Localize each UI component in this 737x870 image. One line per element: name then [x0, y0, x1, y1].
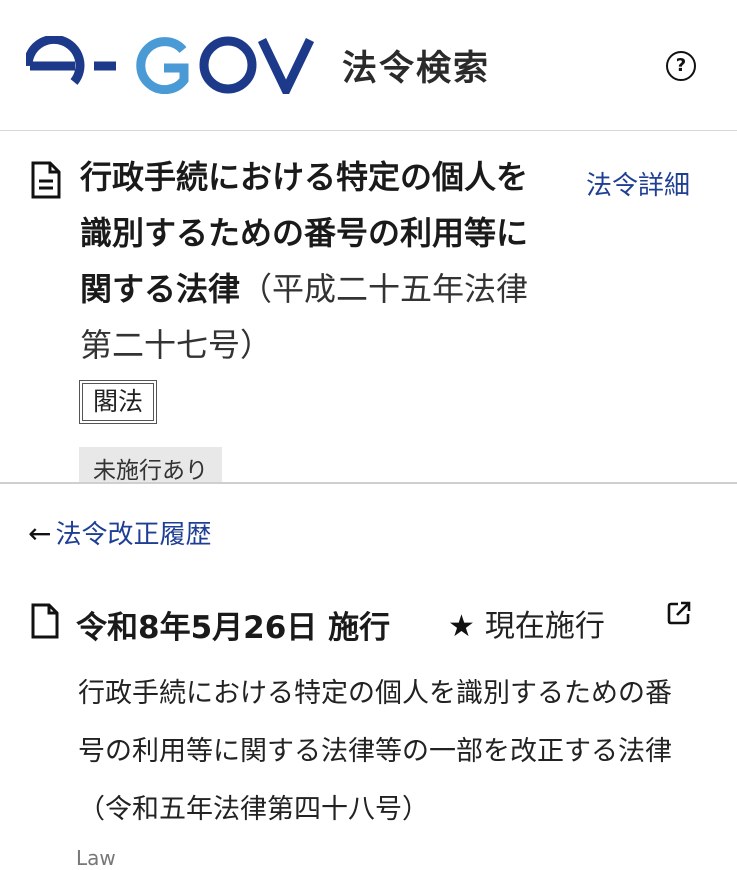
law-title: 行政手続における特定の個人を識別するための番号の利用等に関する法律（平成二十五年…	[80, 149, 550, 373]
revision-description: 行政手続における特定の個人を識別するための番号の利用等に関する法律等の一部を改正…	[78, 678, 672, 825]
help-icon[interactable]: ?	[666, 51, 696, 81]
law-header-section: 行政手続における特定の個人を識別するための番号の利用等に関する法律（平成二十五年…	[0, 131, 737, 484]
cabinet-bill-tag: 閣法	[79, 380, 158, 424]
revision-history-label[interactable]: 法令改正履歴	[55, 520, 211, 550]
current-enforcement-label: 現在施行	[484, 609, 605, 644]
star-icon: ★	[448, 609, 475, 644]
cabinet-bill-tag-label: 閣法	[82, 383, 155, 421]
revision-document-icon	[31, 603, 59, 639]
app-header: 法令検索 ?	[0, 0, 737, 131]
law-detail-link[interactable]: 法令詳細	[586, 165, 690, 202]
unenforced-badge: 未施行あり	[79, 447, 222, 482]
egov-logo[interactable]	[26, 36, 316, 94]
arrow-left-icon: ←	[28, 517, 52, 550]
document-icon	[31, 161, 61, 199]
site-title[interactable]: 法令検索	[342, 40, 490, 91]
current-enforcement-status: ★ 現在施行	[448, 601, 605, 645]
revision-enforcement-date[interactable]: 令和8年5月26日 施行	[76, 602, 390, 647]
external-link-icon[interactable]	[666, 600, 692, 626]
law-type-label: Law	[76, 846, 116, 870]
revision-history-link[interactable]: ← 法令改正履歴	[28, 514, 211, 551]
